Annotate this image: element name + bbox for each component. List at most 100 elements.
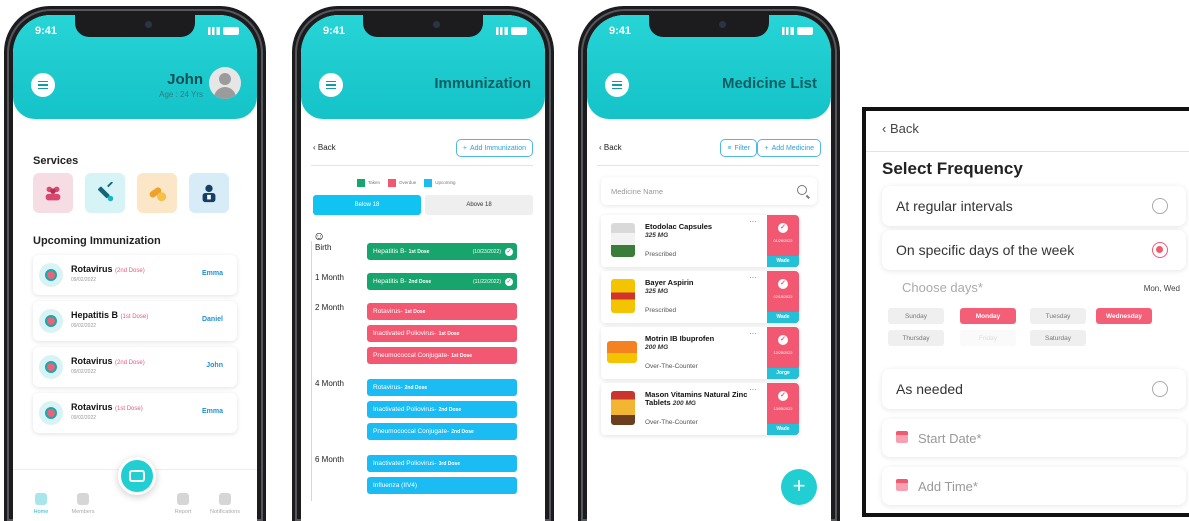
dose-item-upcoming[interactable]: Rotavirus- 2nd Dose [367, 379, 517, 396]
radio-button[interactable] [1152, 381, 1168, 397]
signal-icons [782, 25, 813, 37]
immunization-card[interactable]: Rotavirus (2nd Dose) 09/02/2022 John [33, 347, 237, 387]
dose-item-upcoming[interactable]: Inactivated Poliovirus- 2nd Dose [367, 401, 517, 418]
tab-above-18[interactable]: Above 18 [425, 195, 533, 215]
immunization-name: Rotavirus (2nd Dose) [71, 356, 145, 366]
add-time-field[interactable]: Add Time* [882, 467, 1186, 505]
more-icon[interactable]: ··· [749, 385, 757, 394]
immunization-card[interactable]: Rotavirus (1st Dose) 09/02/2022 Emma [33, 393, 237, 433]
day-saturday[interactable]: Saturday [1030, 330, 1086, 346]
status-time: 9:41 [35, 25, 58, 37]
avatar[interactable] [209, 67, 241, 99]
medicine-card[interactable]: Mason Vitamins Natural Zinc Tablets 200 … [601, 383, 799, 435]
age-label: 6 Month [315, 455, 344, 464]
immunization-screen: 9:41 Immunization ‹ Back + Add Immunizati… [301, 15, 545, 521]
dose-item-upcoming[interactable]: Influenza (IIV4) [367, 477, 517, 494]
immunization-card[interactable]: Rotavirus (2nd Dose) 09/02/2022 Emma [33, 255, 237, 295]
radio-button[interactable] [1152, 198, 1168, 214]
dose-item-overdue[interactable]: Rotavirus- 1st Dose [367, 303, 517, 320]
medicine-card[interactable]: Bayer Aspirin 325 MG Prescribed ··· ✓ 02/1… [601, 271, 799, 323]
dose-item-upcoming[interactable]: Pneumococcal Conjugate- 2nd Dose [367, 423, 517, 440]
nav-members[interactable]: Members [63, 493, 103, 515]
nav-notifications[interactable]: Notifications [205, 493, 245, 515]
day-thursday[interactable]: Thursday [888, 330, 944, 346]
menu-icon[interactable] [605, 73, 629, 97]
dose-item-taken[interactable]: Hepatitis B- 2nd Dose (11/22/2022) ✓ [367, 273, 517, 290]
start-date-field[interactable]: Start Date* [882, 419, 1186, 457]
medicine-image [611, 279, 635, 313]
option-regular-intervals[interactable]: At regular intervals [882, 186, 1186, 226]
medicine-type: Prescribed [645, 307, 677, 314]
medicine-search-input[interactable]: Medicine Name [601, 177, 817, 205]
tab-below-18[interactable]: Below 18 [313, 195, 421, 215]
medicine-status: ✓ 13/05/2022 Wade [767, 383, 799, 435]
back-button[interactable]: ‹ Back [313, 143, 336, 152]
dose-item-overdue[interactable]: Inactivated Poliovirus- 1st Dose [367, 325, 517, 342]
medicine-image [611, 223, 635, 257]
signal-icon [208, 27, 220, 35]
day-wednesday[interactable]: Wednesday [1096, 308, 1152, 324]
search-icon [797, 185, 807, 195]
phone-medicine: 9:41 Medicine List ‹ Back ≡ Filter + Add M… [578, 6, 840, 521]
vaccine-icon[interactable] [85, 173, 125, 213]
status-time: 9:41 [323, 25, 346, 37]
day-friday[interactable]: Friday [960, 330, 1016, 346]
immunization-date: 09/02/2022 [71, 277, 97, 283]
upcoming-immunization-title: Upcoming Immunization [33, 235, 161, 247]
bell-icon [219, 493, 231, 505]
add-person-icon: + [462, 144, 467, 152]
day-sunday[interactable]: Sunday [888, 308, 944, 324]
user-age: Age : 24 Yrs [159, 90, 203, 99]
radio-button-selected[interactable] [1152, 242, 1168, 258]
baby-icon: ☺ [313, 229, 326, 243]
battery-icon [223, 27, 239, 35]
age-label: 1 Month [315, 273, 344, 282]
center-action-button[interactable] [118, 457, 156, 495]
immunization-person: Emma [201, 270, 223, 277]
status-time: 9:41 [609, 25, 632, 37]
divider [597, 165, 819, 166]
home-screen: 9:41 John Age : 24 Yrs Services Upcoming… [13, 15, 257, 521]
option-as-needed[interactable]: As needed [882, 369, 1186, 409]
pills-icon[interactable] [137, 173, 177, 213]
medicine-card[interactable]: Etodolac Capsules 325 MG Prescribed ··· ✓… [601, 215, 799, 267]
day-tuesday[interactable]: Tuesday [1030, 308, 1086, 324]
signal-icon [496, 27, 508, 35]
doctor-icon[interactable] [189, 173, 229, 213]
immunization-card[interactable]: Hepatitis B (1st Dose) 09/02/2022 Daniel [33, 301, 237, 341]
nav-home[interactable]: Home [21, 493, 61, 515]
back-button[interactable]: ‹ Back [882, 121, 919, 136]
medicine-name: Etodolac Capsules 325 MG [645, 222, 713, 240]
medicine-status: ✓ 01/29/2022 Wade [767, 215, 799, 267]
status-bar: 9:41 [609, 25, 813, 37]
group-icon[interactable] [33, 173, 73, 213]
menu-icon[interactable] [31, 73, 55, 97]
menu-icon[interactable] [319, 73, 343, 97]
add-immunization-button[interactable]: + Add Immunization [455, 139, 533, 157]
medicine-card[interactable]: Motrin IB Ibuprofen 200 MG Over-The-Count… [601, 327, 799, 379]
filter-button[interactable]: ≡ Filter [720, 139, 757, 157]
divider [311, 165, 533, 166]
calendar-icon [896, 431, 908, 443]
add-medicine-button[interactable]: + Add Medicine [757, 139, 821, 157]
back-button[interactable]: ‹ Back [599, 143, 622, 152]
medicine-screen: 9:41 Medicine List ‹ Back ≡ Filter + Add M… [587, 15, 831, 521]
check-icon: ✓ [778, 335, 788, 345]
members-icon [77, 493, 89, 505]
nav-report[interactable]: Report [163, 493, 203, 515]
services-title: Services [33, 155, 79, 167]
legend: Taken Overdue Upcoming [357, 179, 456, 187]
page-title: Immunization [434, 75, 531, 92]
day-monday[interactable]: Monday [960, 308, 1016, 324]
more-icon[interactable]: ··· [749, 217, 757, 226]
frequency-panel: ‹ Back Select Frequency At regular inter… [862, 107, 1189, 517]
timeline-line [311, 241, 312, 501]
more-icon[interactable]: ··· [749, 273, 757, 282]
dose-item-upcoming[interactable]: Inactivated Poliovirus- 3rd Dose [367, 455, 517, 472]
dose-item-taken[interactable]: Hepatitis B- 1st Dose (10/23/2022) ✓ [367, 243, 517, 260]
add-fab-button[interactable]: + [781, 469, 817, 505]
dose-item-overdue[interactable]: Pneumococcal Conjugate- 1st Dose [367, 347, 517, 364]
option-specific-days[interactable]: On specific days of the week [882, 230, 1186, 270]
battery-icon [797, 27, 813, 35]
more-icon[interactable]: ··· [749, 329, 757, 338]
